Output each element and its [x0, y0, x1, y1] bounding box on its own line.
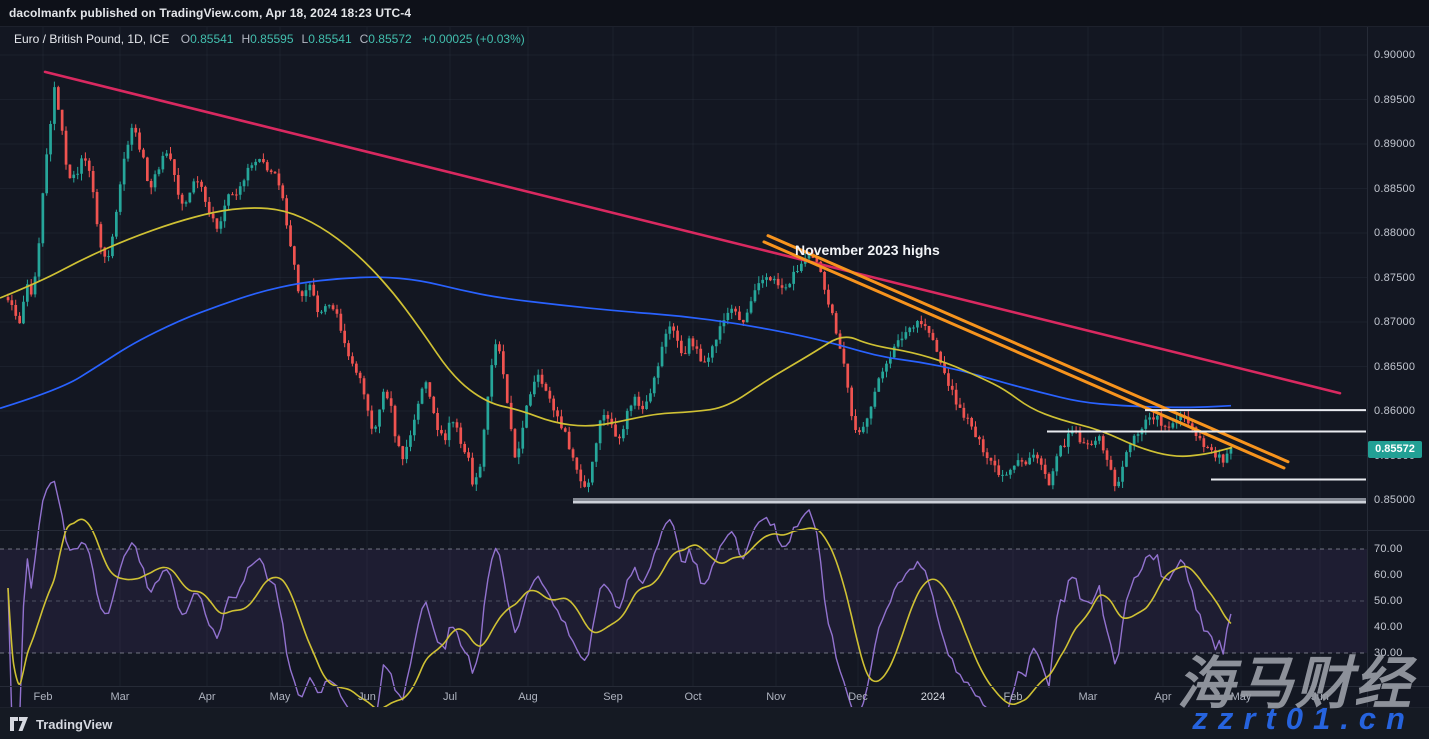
- time-axis-label: Sep: [603, 691, 623, 703]
- attribution-text: dacolmanfx published on TradingView.com,…: [9, 6, 411, 20]
- tradingview-logo-icon: [10, 717, 29, 732]
- price-axis-label: 0.90000: [1374, 49, 1415, 61]
- ohlc-value: 0.85541: [308, 32, 351, 46]
- change-value: +0.00025 (+0.03%): [422, 32, 525, 46]
- price-axis-label: 0.89000: [1374, 138, 1415, 150]
- ohlc-value: 0.85595: [250, 32, 293, 46]
- price-axis-label: 0.88500: [1374, 183, 1415, 195]
- ohlc-label: H: [241, 32, 250, 46]
- attribution-bar: dacolmanfx published on TradingView.com,…: [0, 0, 1429, 27]
- time-axis-label: Jun: [358, 691, 376, 703]
- time-axis-label: Jul: [443, 691, 457, 703]
- price-axis-label: 0.87500: [1374, 272, 1415, 284]
- tradingview-logo[interactable]: TradingView: [10, 717, 112, 732]
- time-axis-label: Aug: [518, 691, 538, 703]
- symbol-title: Euro / British Pound, 1D, ICE: [14, 32, 169, 46]
- price-axis[interactable]: 0.90000 0.89500 0.89000 0.88500 0.88000 0.875…: [1368, 26, 1429, 686]
- time-axis-label: Nov: [766, 691, 786, 703]
- price-axis-label: 0.85000: [1374, 494, 1415, 506]
- watermark-url: zzrt01.cn: [1192, 701, 1415, 737]
- time-axis-label: Mar: [111, 691, 130, 703]
- price-axis-label: 0.86500: [1374, 361, 1415, 373]
- time-axis-label: Oct: [684, 691, 701, 703]
- ohlc-value: 0.85572: [368, 32, 411, 46]
- time-axis[interactable]: Feb Mar Apr May Jun Jul Aug Sep Oct Nov Dec 2024 Feb…: [0, 686, 1368, 707]
- rsi-axis-label: 50.00: [1374, 595, 1403, 607]
- price-axis-label: 0.86000: [1374, 405, 1415, 417]
- rsi-axis-label: 40.00: [1374, 621, 1403, 633]
- time-axis-label: Mar: [1079, 691, 1098, 703]
- tradingview-snapshot: dacolmanfx published on TradingView.com,…: [0, 0, 1429, 739]
- ohlc-label: C: [360, 32, 369, 46]
- time-axis-label: Dec: [848, 691, 868, 703]
- last-price-badge: 0.85572: [1368, 441, 1422, 458]
- ohlc-value: 0.85541: [190, 32, 233, 46]
- price-axis-label: 0.89500: [1374, 94, 1415, 106]
- time-axis-label: Feb: [1004, 691, 1023, 703]
- chart-annotation: November 2023 highs: [795, 242, 940, 258]
- rsi-axis-label: 70.00: [1374, 543, 1403, 555]
- rsi-axis-label: 60.00: [1374, 569, 1403, 581]
- time-axis-label: Apr: [198, 691, 215, 703]
- symbol-header: Euro / British Pound, 1D, ICE O0.85541H0…: [14, 32, 525, 46]
- time-axis-label: Feb: [34, 691, 53, 703]
- price-axis-label: 0.87000: [1374, 316, 1415, 328]
- time-axis-label: Apr: [1154, 691, 1171, 703]
- ohlc-label: O: [181, 32, 190, 46]
- last-price-value: 0.85572: [1375, 443, 1415, 455]
- tradingview-logo-text: TradingView: [36, 717, 112, 732]
- time-axis-label: May: [270, 691, 291, 703]
- chart-canvas[interactable]: [0, 0, 1429, 739]
- time-axis-label: 2024: [921, 691, 945, 703]
- price-axis-label: 0.88000: [1374, 227, 1415, 239]
